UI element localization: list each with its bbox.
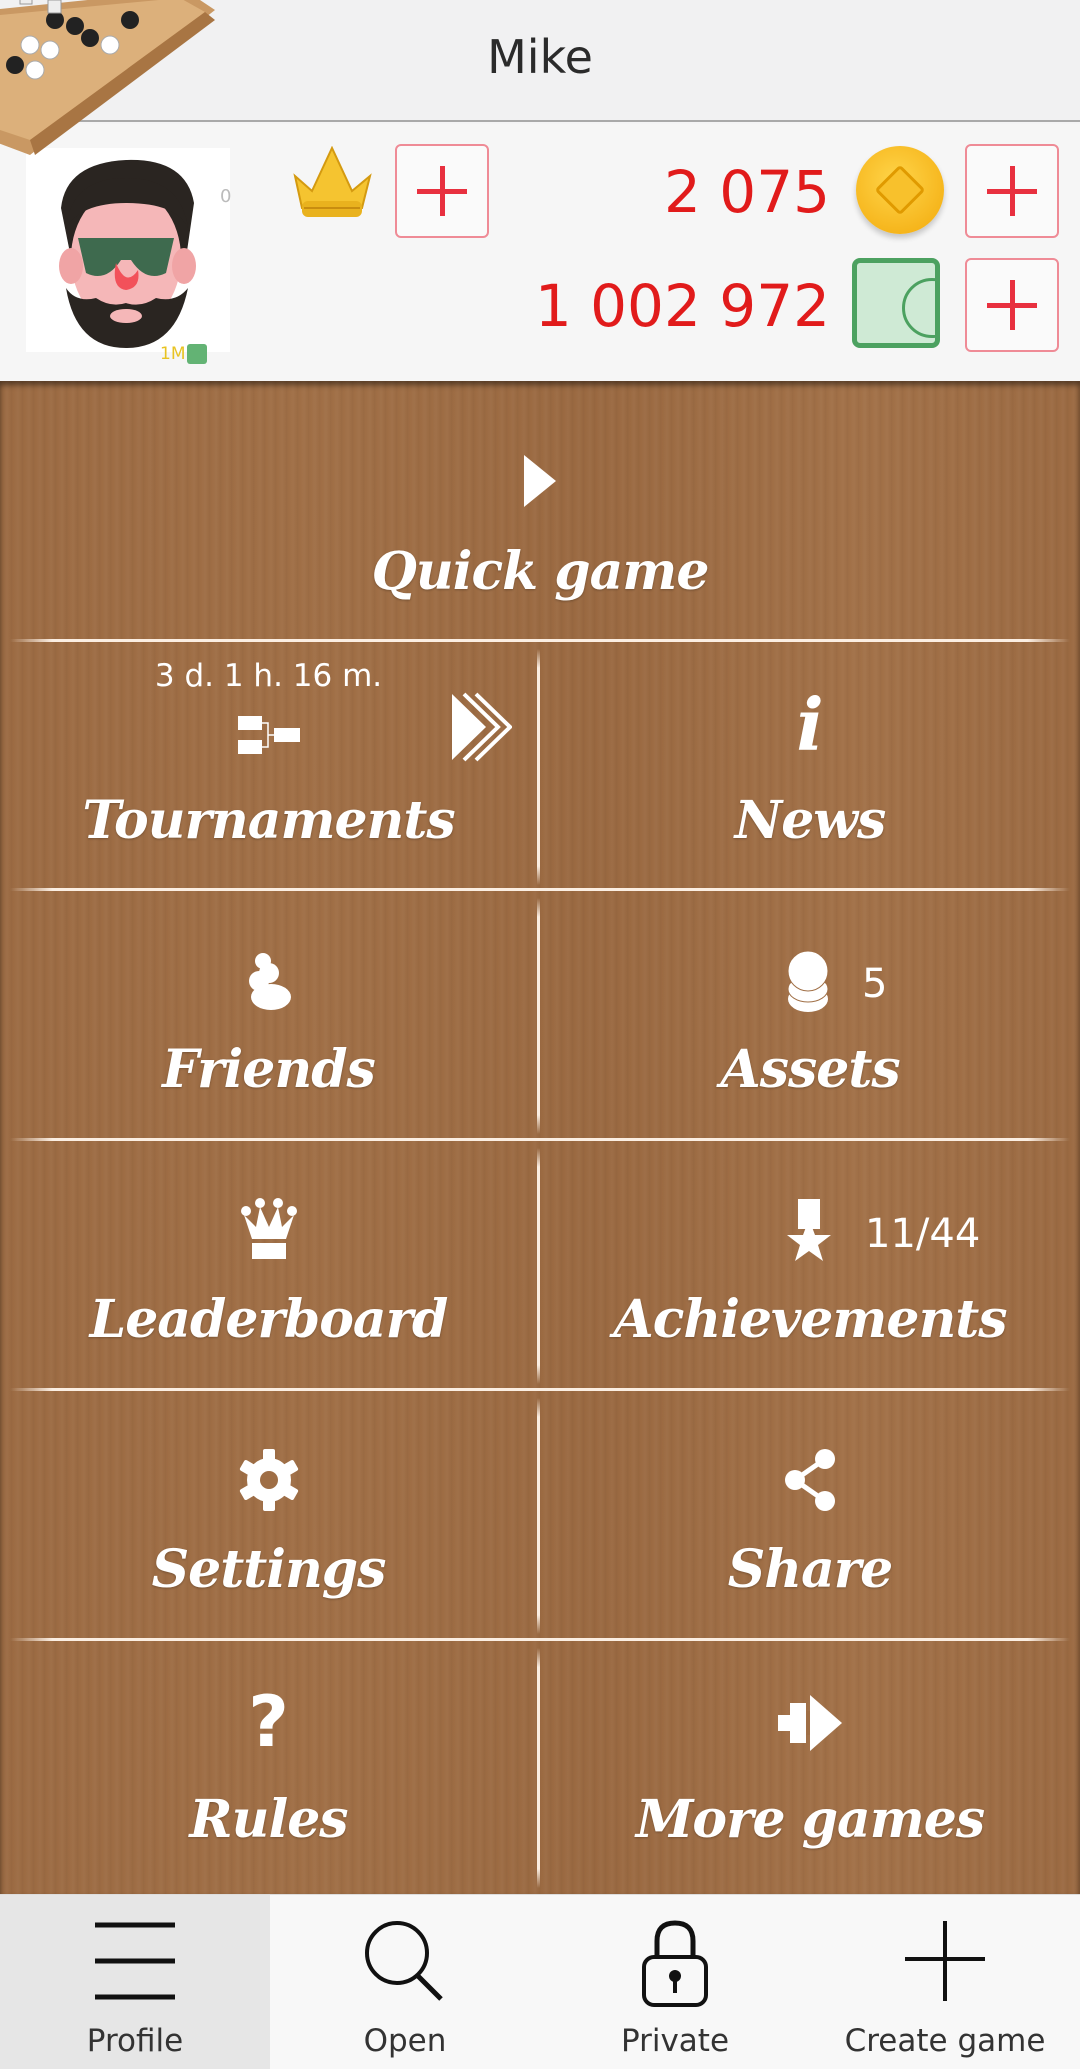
friends-label: Friends xyxy=(162,1039,376,1100)
buy-gold-button[interactable] xyxy=(965,144,1059,238)
lock-icon xyxy=(642,1920,708,2007)
crown-icon xyxy=(293,146,372,217)
achievement-medal-icon xyxy=(787,1199,831,1261)
nav-profile[interactable]: Profile xyxy=(0,1895,270,2069)
settings-label: Settings xyxy=(151,1539,387,1600)
divider xyxy=(537,1648,540,1888)
achievements-button[interactable]: 11/44 Achievements xyxy=(540,1141,1080,1388)
share-label: Share xyxy=(727,1539,894,1600)
million-badge-text: 1M xyxy=(160,344,186,364)
coin-stack-icon xyxy=(787,950,829,1012)
assets-button[interactable]: 5 Assets xyxy=(540,891,1080,1138)
divider xyxy=(537,1398,540,1634)
nav-private-label: Private xyxy=(620,2023,730,2059)
main-menu: Quick game 3 d. 1 h. 16 m. Tournaments i… xyxy=(0,381,1080,1894)
avatar[interactable]: 0 xyxy=(26,148,232,352)
rules-label: Rules xyxy=(189,1789,348,1850)
nav-private[interactable]: Private xyxy=(540,1895,810,2069)
quick-game-label: Quick game xyxy=(371,541,710,602)
bottom-navigation: Profile Open Private Create game xyxy=(0,1894,1080,2069)
nav-open[interactable]: Open xyxy=(270,1895,540,2069)
nav-open-label: Open xyxy=(363,2023,447,2059)
achievements-count: 11/44 xyxy=(865,1211,981,1257)
assets-count: 5 xyxy=(862,961,888,1007)
info-icon: i xyxy=(796,682,824,767)
tournaments-button[interactable]: 3 d. 1 h. 16 m. Tournaments xyxy=(0,642,537,888)
divider xyxy=(537,1148,540,1384)
gold-amount: 2 075 xyxy=(663,158,830,226)
achievements-label: Achievements xyxy=(613,1289,1007,1350)
more-games-icon xyxy=(778,1695,842,1751)
avatar-badge: 0 xyxy=(220,186,232,207)
friends-icon xyxy=(248,953,291,1010)
gear-icon xyxy=(239,1449,298,1511)
profile-strip: 0 1M 2 075 1 002 972 xyxy=(0,124,1080,381)
news-button[interactable]: i News xyxy=(540,642,1080,888)
question-mark-icon: ? xyxy=(248,1681,289,1763)
nav-create-game-label: Create game xyxy=(844,2023,1046,2059)
leaderboard-button[interactable]: Leaderboard xyxy=(0,1141,537,1388)
divider xyxy=(537,898,540,1134)
settings-button[interactable]: Settings xyxy=(0,1391,537,1638)
gold-coin-icon xyxy=(856,146,944,234)
assets-label: Assets xyxy=(720,1039,900,1100)
rules-button[interactable]: ? Rules xyxy=(0,1641,537,1894)
share-button[interactable]: Share xyxy=(540,1391,1080,1638)
play-icon xyxy=(524,455,556,507)
tournament-bracket-icon xyxy=(237,716,300,754)
quick-game-button[interactable]: Quick game xyxy=(0,381,1080,639)
fast-forward-icon xyxy=(452,692,512,762)
backgammon-board-logo xyxy=(0,0,215,155)
buy-cash-button[interactable] xyxy=(965,258,1059,352)
share-icon xyxy=(785,1449,835,1511)
plus-icon xyxy=(905,1921,985,2001)
buy-vip-button[interactable] xyxy=(395,144,489,238)
search-icon xyxy=(365,1921,443,2001)
more-games-button[interactable]: More games xyxy=(540,1641,1080,1894)
news-label: News xyxy=(734,790,887,851)
tournaments-label: Tournaments xyxy=(82,790,455,851)
leaderboard-label: Leaderboard xyxy=(89,1289,449,1350)
cash-amount: 1 002 972 xyxy=(534,272,830,340)
friends-button[interactable]: Friends xyxy=(0,891,537,1138)
nav-profile-label: Profile xyxy=(86,2023,184,2059)
tournament-timer: 3 d. 1 h. 16 m. xyxy=(154,658,383,694)
nav-create-game[interactable]: Create game xyxy=(810,1895,1080,2069)
menu-icon xyxy=(95,1922,175,2000)
million-badge: 1M xyxy=(160,344,208,364)
cash-icon xyxy=(852,258,940,348)
cash-small-icon xyxy=(187,344,208,364)
bearded-man-avatar-icon xyxy=(59,159,196,348)
more-games-label: More games xyxy=(635,1789,985,1850)
crown-outline-icon xyxy=(240,1198,297,1259)
divider xyxy=(537,649,540,885)
